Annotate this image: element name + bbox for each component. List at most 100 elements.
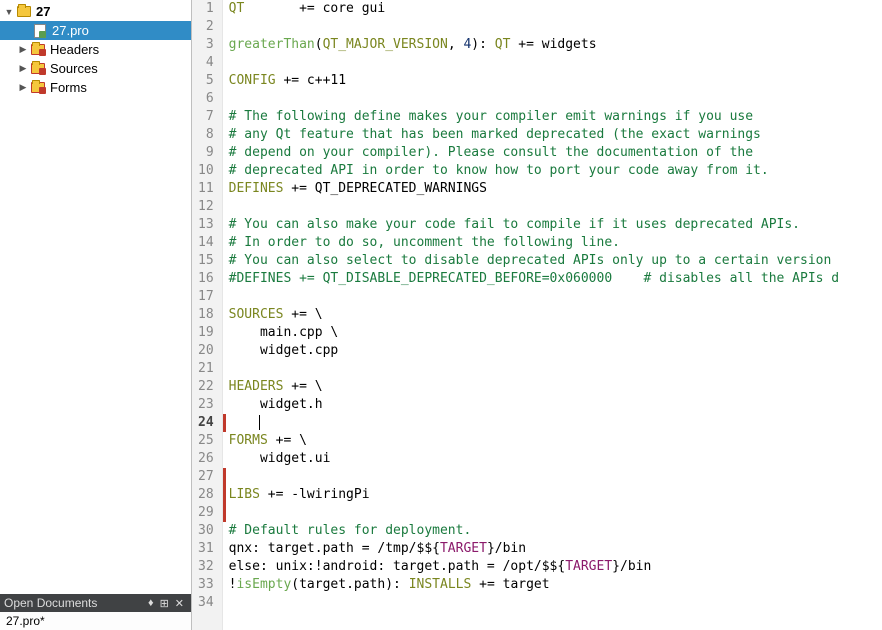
line-number: 13 — [198, 216, 214, 234]
code-line[interactable] — [229, 414, 882, 432]
tree-folder-label: Forms — [50, 80, 87, 95]
line-number: 33 — [198, 576, 214, 594]
tree-folder-headers[interactable]: ▶ Headers — [0, 40, 191, 59]
project-tree[interactable]: ▼ 27 27.pro ▶ Headers ▶ Sources ▶ Forms — [0, 0, 191, 594]
code-line[interactable]: # Default rules for deployment. — [229, 522, 882, 540]
line-number: 9 — [198, 144, 214, 162]
code-line[interactable]: FORMS += \ — [229, 432, 882, 450]
code-line[interactable]: CONFIG += c++11 — [229, 72, 882, 90]
tree-folder-label: Sources — [50, 61, 98, 76]
code-line[interactable] — [229, 594, 882, 612]
code-editor[interactable]: 1234567891011121314151617181920212223242… — [192, 0, 882, 630]
line-number: 29 — [198, 504, 214, 522]
code-line[interactable]: QT += core gui — [229, 0, 882, 18]
line-number: 11 — [198, 180, 214, 198]
code-line[interactable] — [229, 18, 882, 36]
folder-icon — [16, 5, 32, 19]
line-number: 24 — [198, 414, 214, 432]
line-number: 25 — [198, 432, 214, 450]
line-number: 30 — [198, 522, 214, 540]
line-number: 32 — [198, 558, 214, 576]
folder-icon — [30, 43, 46, 57]
tree-folder-label: Headers — [50, 42, 99, 57]
code-line[interactable]: widget.h — [229, 396, 882, 414]
line-number: 26 — [198, 450, 214, 468]
folder-icon — [30, 62, 46, 76]
code-line[interactable]: HEADERS += \ — [229, 378, 882, 396]
code-line[interactable]: SOURCES += \ — [229, 306, 882, 324]
chevron-right-icon[interactable]: ▶ — [18, 44, 28, 55]
chevron-right-icon[interactable]: ▶ — [18, 63, 28, 74]
code-line[interactable] — [229, 288, 882, 306]
code-line[interactable]: # You can also make your code fail to co… — [229, 216, 882, 234]
line-number: 15 — [198, 252, 214, 270]
code-line[interactable]: DEFINES += QT_DEPRECATED_WARNINGS — [229, 180, 882, 198]
code-line[interactable]: else: unix:!android: target.path = /opt/… — [229, 558, 882, 576]
code-area[interactable]: QT += core gui greaterThan(QT_MAJOR_VERSI… — [223, 0, 882, 630]
open-doc-item[interactable]: 27.pro* — [0, 612, 191, 630]
chevron-down-icon[interactable]: ▼ — [4, 7, 14, 17]
line-number: 1 — [198, 0, 214, 18]
line-number: 34 — [198, 594, 214, 612]
line-number: 22 — [198, 378, 214, 396]
line-number: 7 — [198, 108, 214, 126]
line-number: 16 — [198, 270, 214, 288]
code-line[interactable]: widget.ui — [229, 450, 882, 468]
line-number-gutter: 1234567891011121314151617181920212223242… — [192, 0, 223, 630]
line-number: 4 — [198, 54, 214, 72]
code-line[interactable]: # The following define makes your compil… — [229, 108, 882, 126]
line-number: 14 — [198, 234, 214, 252]
close-icon[interactable]: ✕ — [172, 597, 187, 610]
split-icon[interactable]: ⊞ — [157, 597, 172, 610]
code-line[interactable] — [229, 504, 882, 522]
line-number: 6 — [198, 90, 214, 108]
code-line[interactable] — [229, 468, 882, 486]
line-number: 12 — [198, 198, 214, 216]
file-icon — [32, 24, 48, 38]
chevron-right-icon[interactable]: ▶ — [18, 82, 28, 93]
code-line[interactable] — [229, 90, 882, 108]
line-number: 17 — [198, 288, 214, 306]
code-line[interactable]: qnx: target.path = /tmp/$${TARGET}/bin — [229, 540, 882, 558]
tree-project-label: 27 — [36, 4, 50, 19]
code-line[interactable]: !isEmpty(target.path): INSTALLS += targe… — [229, 576, 882, 594]
text-cursor — [259, 415, 260, 430]
line-number: 18 — [198, 306, 214, 324]
open-docs-title: Open Documents — [4, 596, 97, 610]
code-line[interactable]: # depend on your compiler). Please consu… — [229, 144, 882, 162]
tree-project-root[interactable]: ▼ 27 — [0, 2, 191, 21]
line-number: 28 — [198, 486, 214, 504]
code-line[interactable] — [229, 198, 882, 216]
line-number: 20 — [198, 342, 214, 360]
line-number: 23 — [198, 396, 214, 414]
sidebar: ▼ 27 27.pro ▶ Headers ▶ Sources ▶ Forms — [0, 0, 192, 630]
line-number: 21 — [198, 360, 214, 378]
tree-folder-forms[interactable]: ▶ Forms — [0, 78, 191, 97]
line-number: 19 — [198, 324, 214, 342]
code-line[interactable]: greaterThan(QT_MAJOR_VERSION, 4): QT += … — [229, 36, 882, 54]
open-docs-list: 27.pro* — [0, 612, 191, 630]
line-number: 2 — [198, 18, 214, 36]
line-number: 10 — [198, 162, 214, 180]
tree-file-label: 27.pro — [52, 23, 89, 38]
code-line[interactable]: # any Qt feature that has been marked de… — [229, 126, 882, 144]
code-line[interactable]: main.cpp \ — [229, 324, 882, 342]
code-line[interactable]: # You can also select to disable depreca… — [229, 252, 882, 270]
code-line[interactable] — [229, 54, 882, 72]
line-number: 8 — [198, 126, 214, 144]
open-docs-header: Open Documents ♦ ⊞ ✕ — [0, 594, 191, 612]
line-number: 3 — [198, 36, 214, 54]
code-line[interactable]: #DEFINES += QT_DISABLE_DEPRECATED_BEFORE… — [229, 270, 882, 288]
tree-file-selected[interactable]: 27.pro — [0, 21, 191, 40]
line-number: 27 — [198, 468, 214, 486]
tree-folder-sources[interactable]: ▶ Sources — [0, 59, 191, 78]
line-number: 5 — [198, 72, 214, 90]
code-line[interactable]: # In order to do so, uncomment the follo… — [229, 234, 882, 252]
code-line[interactable] — [229, 360, 882, 378]
code-line[interactable]: widget.cpp — [229, 342, 882, 360]
sort-icon[interactable]: ♦ — [145, 597, 157, 609]
folder-icon — [30, 81, 46, 95]
code-line[interactable]: LIBS += -lwiringPi — [229, 486, 882, 504]
code-line[interactable]: # deprecated API in order to know how to… — [229, 162, 882, 180]
line-number: 31 — [198, 540, 214, 558]
